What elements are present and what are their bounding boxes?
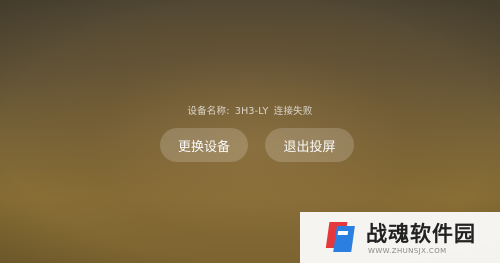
exit-cast-button[interactable]: 退出投屏 <box>265 128 354 162</box>
watermark-logo-icon <box>325 222 355 252</box>
cast-screen: 设备名称: 3H3-LY 连接失败 更换设备 退出投屏 战魂软件园 WWW.ZH… <box>0 0 500 263</box>
switch-device-button[interactable]: 更换设备 <box>160 128 248 162</box>
watermark-title: 战魂软件园 <box>366 222 476 246</box>
connection-status-message: 连接失败 <box>273 106 313 117</box>
watermark-url: WWW.ZHUNSJX.COM <box>368 247 447 255</box>
device-name-label: 设备名称: <box>187 106 230 117</box>
connection-status: 设备名称: 3H3-LY 连接失败 <box>0 103 500 117</box>
device-name-value: 3H3-LY <box>234 106 269 117</box>
watermark-banner: 战魂软件园 WWW.ZHUNSJX.COM <box>300 212 500 263</box>
